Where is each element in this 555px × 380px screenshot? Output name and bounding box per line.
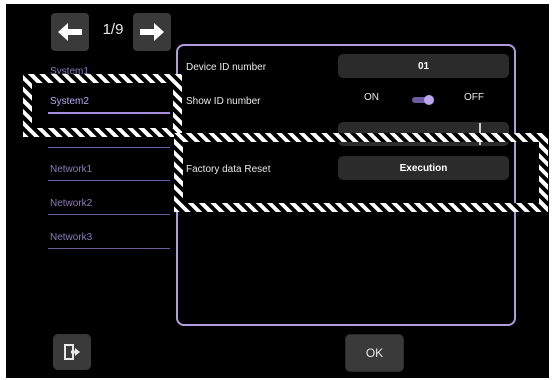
prev-page-button[interactable] bbox=[51, 13, 89, 51]
sidebar-item-system1[interactable]: System1 bbox=[48, 60, 170, 83]
exit-button[interactable] bbox=[53, 334, 91, 370]
show-id-label: Show ID number bbox=[186, 96, 261, 107]
exit-door-icon bbox=[64, 344, 80, 360]
sidebar-item-network1[interactable]: Network1 bbox=[48, 158, 170, 181]
device-id-label: Device ID number bbox=[186, 62, 267, 73]
screen: 1/9 System1 System2 Network1 Network2 Ne… bbox=[6, 4, 549, 378]
sidebar-item-label: System2 bbox=[50, 96, 89, 107]
settings-panel bbox=[176, 44, 516, 326]
toggle-knob bbox=[424, 95, 434, 105]
sidebar-item-label: System1 bbox=[50, 66, 89, 77]
arrow-left-icon bbox=[58, 23, 82, 41]
toggle-on-label: ON bbox=[364, 92, 379, 103]
ok-button[interactable]: OK bbox=[345, 334, 404, 372]
arrow-right-icon bbox=[140, 23, 164, 41]
sidebar-item-label: Network3 bbox=[50, 232, 93, 243]
factory-reset-button[interactable]: Execution bbox=[338, 156, 509, 180]
sidebar-item-label: Network1 bbox=[50, 164, 93, 175]
show-id-toggle[interactable] bbox=[412, 95, 434, 105]
toggle-off-label: OFF bbox=[464, 92, 484, 103]
sidebar-item-network3[interactable]: Network3 bbox=[48, 226, 170, 249]
sidebar-item-label: Network2 bbox=[50, 198, 93, 209]
page-indicator: 1/9 bbox=[102, 21, 124, 38]
device-id-field[interactable]: 01 bbox=[338, 54, 509, 78]
sidebar-item-obscured[interactable] bbox=[48, 125, 170, 148]
obscured-row-field[interactable] bbox=[338, 122, 509, 146]
sidebar-item-network2[interactable]: Network2 bbox=[48, 192, 170, 215]
factory-reset-label: Factory data Reset bbox=[186, 164, 271, 175]
slider-handle[interactable] bbox=[479, 123, 481, 145]
next-page-button[interactable] bbox=[133, 13, 171, 51]
sidebar-item-system2[interactable]: System2 bbox=[48, 90, 170, 114]
